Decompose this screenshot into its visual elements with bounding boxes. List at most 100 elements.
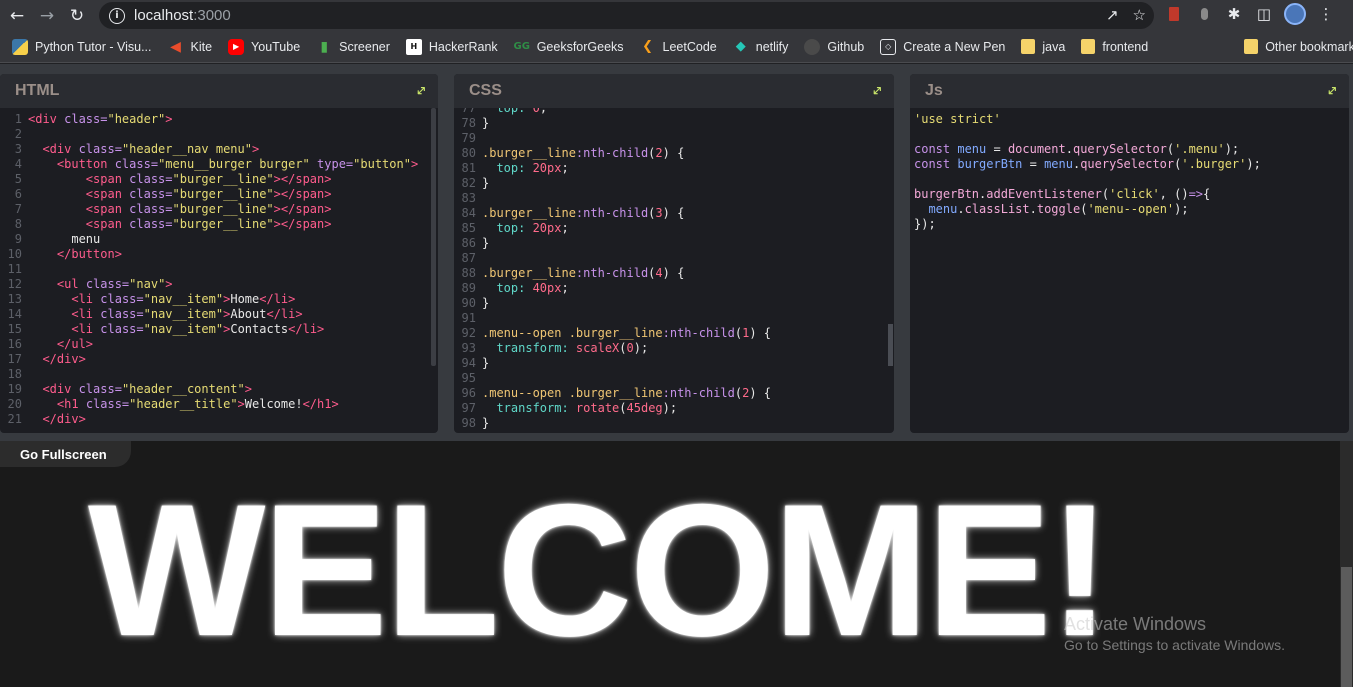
profile-avatar[interactable] — [1284, 3, 1306, 25]
line-number: 93 — [461, 341, 476, 355]
line-number: 89 — [461, 281, 476, 295]
code-text: <button class="menu__burger burger" type… — [28, 157, 418, 172]
extensions-puzzle-icon[interactable]: ✱ — [1224, 3, 1244, 25]
css-editor-scrollbar[interactable] — [888, 324, 893, 366]
code-token: "nav" — [129, 277, 166, 291]
html-editor[interactable]: 1 <div class="header"> 2 3 <div class="head… — [0, 108, 438, 433]
bookmark-leetcode[interactable]: ❮ LeetCode — [634, 35, 723, 59]
js-editor[interactable]: 'use strict' const menu = document.queryS… — [910, 108, 1349, 433]
code-line: 79 — [454, 131, 894, 146]
line-number: 10 — [7, 247, 22, 261]
extension-red-icon[interactable] — [1164, 3, 1184, 25]
code-token: <div — [42, 382, 79, 396]
line-number: 6 — [14, 187, 22, 201]
js-panel-header: Js ↕ — [910, 74, 1349, 108]
url-host: localhost — [134, 7, 194, 24]
bookmark-youtube[interactable]: ▶ YouTube — [222, 35, 306, 59]
collapse-icon[interactable]: ↕ — [1322, 82, 1340, 100]
code-token: <li — [71, 307, 101, 321]
other-bookmarks[interactable]: Other bookmarks — [1238, 35, 1353, 59]
code-text: burgerBtn.addEventListener('click', ()=>… — [914, 187, 1210, 202]
collapse-icon[interactable]: ↕ — [411, 82, 429, 100]
editor-area: HTML ↕ 1 <div class="header"> 2 3 <div clas… — [0, 64, 1353, 441]
bookmark-label: Python Tutor - Visu... — [35, 39, 152, 54]
line-number: 15 — [7, 322, 22, 336]
bookmark-python-tutor[interactable]: Python Tutor - Visu... — [6, 35, 158, 59]
code-token: } — [482, 296, 490, 310]
html-editor-scrollbar[interactable] — [431, 108, 436, 366]
watermark-title: Activate Windows — [1064, 614, 1207, 634]
code-token: class= — [100, 292, 144, 306]
bookmark-folder-java[interactable]: java — [1015, 35, 1071, 59]
preview-scrollbar[interactable] — [1340, 441, 1353, 687]
code-line: 84 .burger__line:nth-child(3) { — [454, 206, 894, 221]
preview-pane: Go Fullscreen WELCOME! Activate Windows … — [0, 441, 1353, 687]
bookmark-netlify[interactable]: ◆ netlify — [727, 35, 795, 59]
code-token: ></span> — [273, 172, 332, 186]
scrollbar-thumb[interactable] — [1341, 567, 1352, 687]
code-text: .burger__line:nth-child(3) { — [482, 206, 684, 221]
code-text: transform: rotate(45deg); — [482, 401, 677, 416]
hackerrank-icon: H — [405, 38, 422, 55]
sidepanel-icon[interactable]: ◫ — [1254, 3, 1274, 25]
code-line: 82} — [454, 176, 894, 191]
line-number: 21 — [7, 412, 22, 426]
code-token: . — [957, 202, 965, 216]
bookmark-label: Create a New Pen — [903, 39, 1006, 54]
code-token: <div — [42, 142, 79, 156]
bookmark-folder-frontend[interactable]: frontend — [1075, 35, 1154, 59]
address-bar[interactable]: i localhost:3000 ↗ ☆ — [99, 2, 1154, 29]
code-token: "header__title" — [129, 397, 238, 411]
bookmark-kite[interactable]: ◀ Kite — [162, 35, 219, 59]
code-token: class= — [85, 277, 130, 291]
bookmark-label: java — [1042, 39, 1066, 54]
code-token: 45deg — [626, 401, 663, 415]
code-line: 14 <li class="nav__item">About</li> — [0, 307, 438, 322]
github-icon — [804, 38, 821, 55]
python-tutor-icon — [12, 38, 28, 55]
line-number: 14 — [7, 307, 22, 321]
code-token: burgerBtn — [914, 187, 980, 201]
code-token: ); — [633, 341, 649, 355]
forward-icon[interactable]: → — [32, 1, 62, 31]
code-line: 6 <span class="burger__line"></span> — [0, 187, 438, 202]
code-token: <span — [85, 187, 130, 201]
collapse-icon[interactable]: ↕ — [867, 82, 885, 100]
code-token: .menu--open .burger__line — [482, 386, 663, 400]
reload-icon[interactable]: ↻ — [62, 1, 92, 31]
code-text: } — [482, 176, 489, 191]
code-line: }); — [910, 217, 1349, 232]
back-icon[interactable]: ← — [2, 1, 32, 31]
line-number: 77 — [461, 108, 476, 115]
bookmark-screener[interactable]: ▮ Screener — [310, 35, 396, 59]
code-text: </div> — [28, 352, 85, 367]
bookmark-label: netlify — [755, 39, 789, 54]
code-token: Home — [230, 292, 260, 306]
url-text[interactable]: localhost:3000 — [134, 7, 231, 24]
css-editor[interactable]: 77 top: 0; 78} 79 80 .burger__line:nth-child… — [454, 108, 894, 433]
bookmark-gfg[interactable]: GG GeeksforGeeks — [508, 35, 630, 59]
extension-gray-icon[interactable] — [1194, 3, 1214, 25]
code-text: <span class="burger__line"></span> — [28, 187, 332, 202]
code-token: . — [1065, 142, 1073, 156]
bookmark-codepen[interactable]: ◇ Create a New Pen — [874, 35, 1011, 59]
code-token: type= — [317, 157, 354, 171]
line-number: 98 — [461, 416, 476, 430]
bookmark-star-icon[interactable]: ☆ — [1133, 6, 1146, 24]
menu-kebab-icon[interactable]: ⋮ — [1316, 3, 1336, 25]
code-line: 87 — [454, 251, 894, 266]
share-icon[interactable]: ↗ — [1106, 6, 1119, 24]
site-info-icon[interactable]: i — [109, 7, 125, 24]
bookmark-hackerrank[interactable]: H HackerRank — [400, 35, 504, 59]
bookmark-github[interactable]: Github — [798, 35, 870, 59]
code-token: :nth-child — [575, 266, 649, 280]
code-token: ( — [619, 341, 627, 355]
code-text: 'use strict' — [914, 112, 1001, 127]
code-text: } — [482, 356, 489, 371]
code-token: "nav__item" — [143, 292, 224, 306]
code-token: 'menu--open' — [1087, 202, 1175, 216]
code-text: <span class="burger__line"></span> — [28, 202, 332, 217]
code-token: "header__content" — [121, 382, 245, 396]
